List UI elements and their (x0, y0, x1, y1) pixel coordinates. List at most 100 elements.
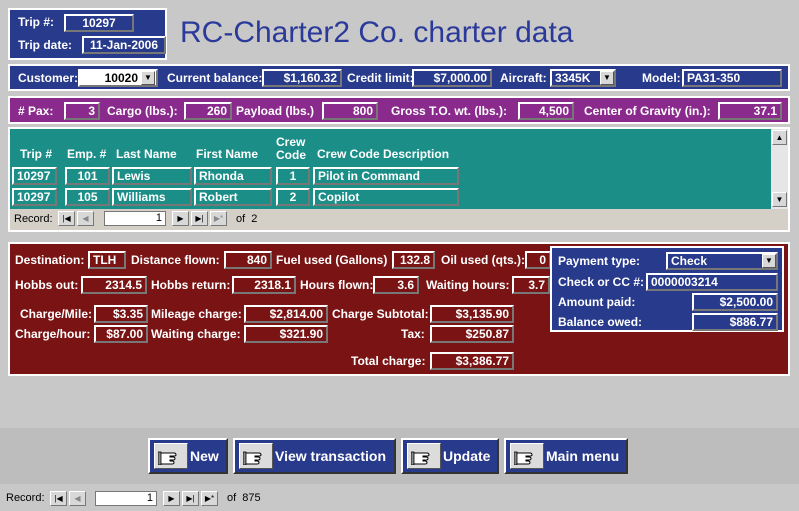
last-record-icon[interactable]: ▶| (191, 211, 208, 226)
balance-owed-field[interactable]: $886.77 (692, 313, 778, 331)
charge-subtotal-field[interactable]: $3,135.90 (430, 305, 514, 323)
scroll-up-icon[interactable]: ▲ (772, 130, 787, 145)
amount-paid-field[interactable]: $2,500.00 (692, 293, 778, 311)
crew-last-name-cell[interactable]: Lewis (112, 167, 192, 185)
crew-subform: Trip # Emp. # Last Name First Name Crew … (8, 127, 790, 232)
crew-last-name-cell[interactable]: Williams (112, 188, 192, 206)
tax-field[interactable]: $250.87 (430, 325, 514, 343)
mileage-charge-field[interactable]: $2,814.00 (244, 305, 328, 323)
hours-flown-field[interactable]: 3.6 (373, 276, 419, 294)
new-button[interactable]: New (148, 438, 228, 474)
distance-field[interactable]: 840 (224, 251, 272, 269)
trip-number-field[interactable]: 10297 (64, 14, 134, 32)
button-bar (0, 428, 799, 484)
update-button[interactable]: Update (401, 438, 499, 474)
col-header-trip: Trip # (20, 147, 53, 161)
payment-panel: Payment type: Check ▼ Check or CC #: 000… (550, 246, 784, 332)
crew-code-cell[interactable]: 1 (276, 167, 310, 185)
check-number-field[interactable]: 0000003214 (646, 273, 778, 291)
payload-label: Payload (lbs.) (236, 104, 315, 118)
gross-weight-field[interactable]: 4,500 (518, 102, 574, 120)
previous-record-icon[interactable]: ◀ (77, 211, 94, 226)
hobbs-return-field[interactable]: 2318.1 (232, 276, 296, 294)
payload-field[interactable]: 800 (322, 102, 378, 120)
customer-dropdown-icon[interactable]: ▼ (141, 71, 155, 85)
check-number-label: Check or CC #: (558, 275, 645, 289)
crew-record-count: of 2 (236, 213, 258, 225)
view-transaction-button-label: View transaction (275, 448, 387, 464)
aircraft-dropdown-icon[interactable]: ▼ (600, 71, 614, 85)
pax-field[interactable]: 3 (64, 102, 100, 120)
next-record-icon[interactable]: ▶ (163, 491, 180, 506)
new-record-icon[interactable]: ▶* (210, 211, 227, 226)
waiting-charge-field[interactable]: $321.90 (244, 325, 328, 343)
crew-vertical-scrollbar[interactable]: ▲ ▼ (771, 129, 788, 209)
next-record-icon[interactable]: ▶ (172, 211, 189, 226)
total-charge-label: Total charge: (351, 354, 426, 368)
scroll-down-icon[interactable]: ▼ (772, 192, 787, 207)
total-charge-field[interactable]: $3,386.77 (430, 352, 514, 370)
charge-per-mile-field[interactable]: $3.35 (94, 305, 148, 323)
pointing-hand-icon (239, 443, 273, 469)
center-of-gravity-field[interactable]: 37.1 (718, 102, 782, 120)
view-transaction-button[interactable]: View transaction (233, 438, 396, 474)
destination-field[interactable]: TLH (88, 251, 126, 269)
main-menu-button[interactable]: Main menu (504, 438, 628, 474)
fuel-field[interactable]: 132.8 (392, 251, 435, 269)
charge-per-mile-label: Charge/Mile: (20, 307, 93, 321)
payload-band: # Pax: 3 Cargo (lbs.): 260 Payload (lbs.… (8, 96, 790, 124)
col-header-crew-code-top: Crew (276, 135, 306, 149)
crew-emp-cell[interactable]: 101 (65, 167, 110, 185)
previous-record-icon[interactable]: ◀ (69, 491, 86, 506)
crew-first-name-cell[interactable]: Rhonda (194, 167, 272, 185)
page-title: RC-Charter2 Co. charter data (180, 16, 574, 49)
fuel-label: Fuel used (Gallons) (276, 253, 388, 267)
destination-label: Destination: (15, 253, 85, 267)
charge-subtotal-label: Charge Subtotal: (332, 307, 429, 321)
crew-trip-cell[interactable]: 10297 (12, 167, 57, 185)
crew-trip-cell[interactable]: 10297 (12, 188, 57, 206)
payment-type-dropdown-icon[interactable]: ▼ (762, 254, 776, 268)
waiting-hours-field[interactable]: 3.7 (512, 276, 550, 294)
hobbs-out-label: Hobbs out: (15, 278, 79, 292)
new-record-icon[interactable]: ▶* (201, 491, 218, 506)
trip-date-field[interactable]: 11-Jan-2006 (82, 36, 166, 54)
pointing-hand-icon (407, 443, 441, 469)
main-menu-button-label: Main menu (546, 448, 620, 464)
charge-per-hour-field[interactable]: $87.00 (94, 325, 148, 343)
charge-per-hour-label: Charge/hour: (15, 327, 91, 341)
crew-code-desc-cell[interactable]: Pilot in Command (313, 167, 459, 185)
last-record-icon[interactable]: ▶| (182, 491, 199, 506)
col-header-last-name: Last Name (116, 147, 177, 161)
customer-band: Customer: 10020 ▼ Current balance: $1,16… (8, 64, 790, 91)
model-field[interactable]: PA31-350 (682, 69, 782, 87)
model-label: Model: (642, 71, 681, 85)
first-record-icon[interactable]: |◀ (58, 211, 75, 226)
crew-first-name-cell[interactable]: Robert (194, 188, 272, 206)
update-button-label: Update (443, 448, 491, 464)
hours-flown-label: Hours flown: (300, 278, 374, 292)
pointing-hand-icon (510, 443, 544, 469)
crew-record-number-input[interactable]: 1 (104, 211, 166, 226)
mileage-charge-label: Mileage charge: (151, 307, 242, 321)
first-record-icon[interactable]: |◀ (50, 491, 67, 506)
main-record-count: of 875 (227, 492, 261, 504)
new-button-label: New (190, 448, 219, 464)
cargo-field[interactable]: 260 (184, 102, 232, 120)
amount-paid-label: Amount paid: (558, 295, 636, 309)
crew-emp-cell[interactable]: 105 (65, 188, 110, 206)
main-record-number-input[interactable]: 1 (95, 491, 157, 506)
crew-record-navigator: Record: |◀ ◀ 1 ▶ ▶| ▶* of 2 (10, 209, 788, 230)
col-header-crew-code-desc: Crew Code Description (317, 147, 450, 161)
col-header-crew-code-bottom: Code (276, 148, 306, 162)
pointing-hand-icon (154, 443, 188, 469)
balance-field[interactable]: $1,160.32 (262, 69, 342, 87)
crew-code-cell[interactable]: 2 (276, 188, 310, 206)
crew-code-desc-cell[interactable]: Copilot (313, 188, 459, 206)
oil-field[interactable]: 0 (525, 251, 551, 269)
waiting-charge-label: Waiting charge: (151, 327, 241, 341)
credit-limit-field[interactable]: $7,000.00 (412, 69, 492, 87)
hobbs-out-field[interactable]: 2314.5 (81, 276, 147, 294)
gross-weight-label: Gross T.O. wt. (lbs.): (391, 104, 508, 118)
customer-label: Customer: (18, 71, 79, 85)
